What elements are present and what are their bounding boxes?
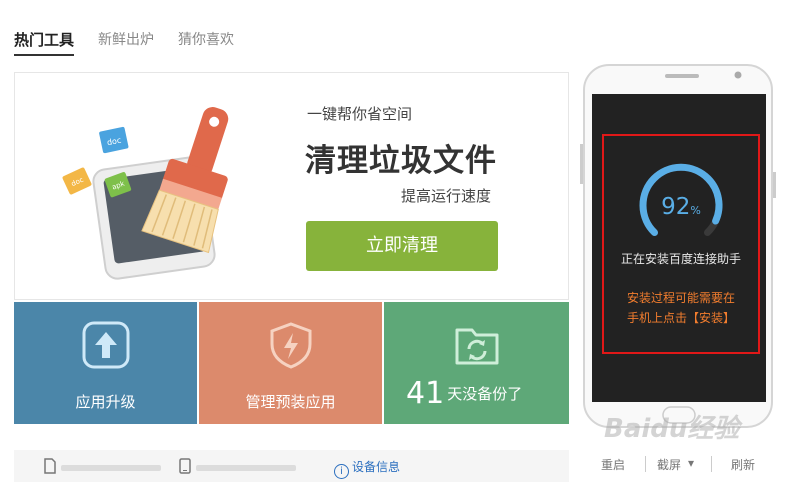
shield-bolt-icon: [270, 322, 311, 369]
sd-card-usage-bar: [61, 465, 161, 471]
phone-top-bezel: [665, 71, 742, 79]
backup-status: 41 天没备份了: [406, 376, 522, 411]
install-progress-readout: 92%: [604, 194, 758, 220]
install-warning-line-1: 安装过程可能需要在: [626, 291, 735, 305]
feature-subline: 提高运行速度: [401, 187, 492, 205]
preinstalled-apps-label: 管理预装应用: [245, 393, 336, 411]
phone-camera: [734, 71, 742, 79]
install-status-highlight: 92% 正在安装百度连接助手 安装过程可能需要在 手机上点击【安装】: [602, 134, 760, 354]
storage-bar: i 设备信息: [14, 450, 569, 482]
backup-days-label: 天没备份了: [447, 385, 523, 403]
info-icon: i: [334, 464, 349, 479]
action-divider: [711, 456, 712, 472]
screenshot-dropdown-icon[interactable]: ▾: [688, 456, 694, 470]
device-info-label: 设备信息: [352, 460, 401, 474]
refresh-button[interactable]: 刷新: [731, 456, 755, 473]
install-progress-value: 92: [661, 194, 691, 220]
install-status-text: 正在安装百度连接助手: [620, 252, 741, 266]
app-upgrade-label: 应用升级: [75, 393, 136, 411]
phone-actions: 重启 截屏 ▾ 刷新: [597, 454, 767, 476]
upgrade-arrow-icon: [82, 321, 129, 369]
sd-card-icon: [44, 458, 56, 474]
install-warning: 安装过程可能需要在 手机上点击【安装】: [612, 288, 750, 328]
tool-tabs: 热门工具 新鲜出炉 猜你喜欢: [14, 28, 258, 56]
action-divider: [645, 456, 646, 472]
device-info-link[interactable]: i 设备信息: [334, 458, 400, 479]
phone-storage-usage-bar: [196, 465, 296, 471]
preinstalled-apps-tile[interactable]: 管理预装应用: [199, 302, 382, 424]
app-upgrade-tile[interactable]: 应用升级: [14, 302, 197, 424]
backup-days-count: 41: [406, 376, 445, 411]
screenshot-button[interactable]: 截屏: [657, 456, 681, 473]
install-progress-unit: %: [690, 204, 701, 217]
broom-phone-illustration: doc doc apk: [62, 107, 229, 280]
clean-now-button[interactable]: 立即清理: [306, 221, 498, 271]
phone-volume-button: [580, 144, 583, 184]
baidu-watermark: Baidu经验: [604, 414, 740, 444]
feature-tagline: 一键帮你省空间: [307, 105, 413, 123]
phone-storage-icon: [179, 458, 191, 474]
feature-headline: 清理垃圾文件: [305, 143, 497, 179]
folder-sync-icon: [455, 328, 498, 365]
phone-power-button: [773, 172, 776, 198]
backup-tile[interactable]: 41 天没备份了: [384, 302, 569, 424]
install-warning-line-2: 手机上点击【安装】: [626, 311, 735, 325]
clean-junk-card: doc doc apk 一键帮你省空间 清理垃圾文件 提高运行速度 立即清理: [14, 72, 569, 300]
tab-recommended[interactable]: 猜你喜欢: [178, 28, 234, 56]
doc-badge-blue: doc: [99, 126, 129, 154]
phone-preview: 92% 正在安装百度连接助手 安装过程可能需要在 手机上点击【安装】: [580, 64, 776, 428]
tab-hot-tools[interactable]: 热门工具: [14, 28, 75, 56]
tab-new-arrivals[interactable]: 新鲜出炉: [98, 28, 154, 56]
phone-speaker: [665, 74, 699, 78]
phone-screen: 92% 正在安装百度连接助手 安装过程可能需要在 手机上点击【安装】: [592, 94, 766, 402]
reboot-button[interactable]: 重启: [601, 456, 625, 473]
doc-badge-yellow: doc: [62, 167, 92, 195]
